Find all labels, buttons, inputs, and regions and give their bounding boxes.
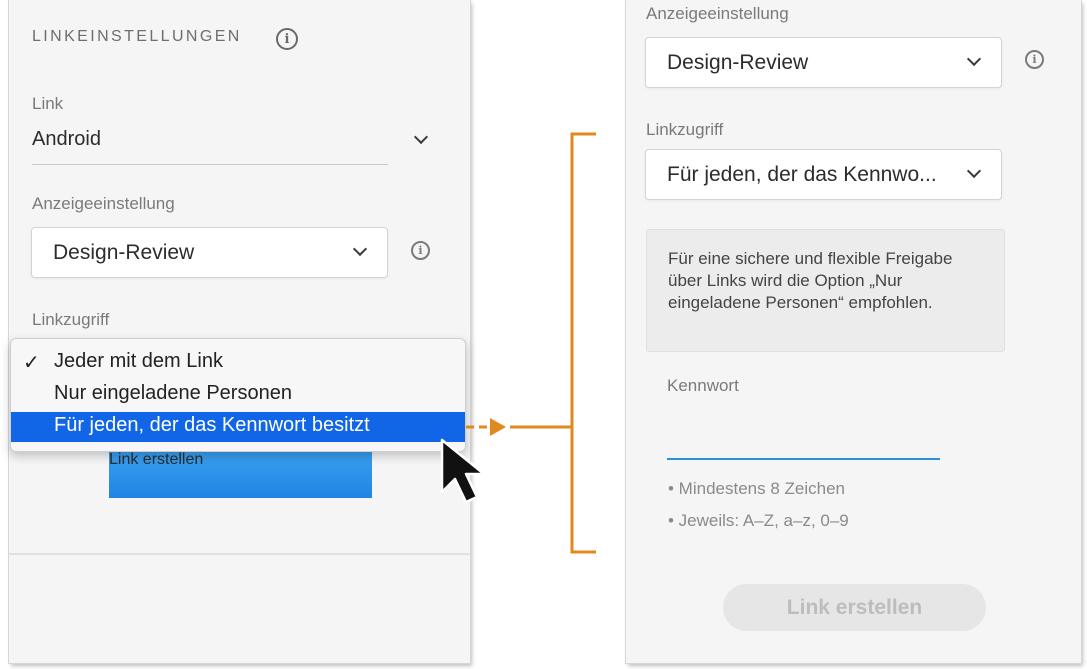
create-link-button-label: Link erstellen	[786, 595, 923, 619]
password-label: Kennwort	[667, 376, 739, 395]
access-value: Für jeden, der das Kennwo...	[667, 163, 937, 186]
view-setting-value: Design-Review	[667, 51, 809, 74]
create-link-button-disabled[interactable]: Link erstellen	[723, 584, 986, 631]
access-select[interactable]: Für jeden, der das Kennwo...	[645, 149, 1002, 200]
view-setting-select[interactable]: Design-Review	[645, 37, 1002, 88]
bracket	[570, 132, 596, 554]
chevron-down-icon	[966, 51, 982, 67]
hint-min-length: • Mindestens 8 Zeichen	[668, 479, 845, 498]
access-label: Linkzugriff	[646, 120, 724, 139]
mouse-cursor-icon	[440, 438, 486, 504]
view-setting-label: Anzeigeeinstellung	[646, 4, 789, 23]
info-icon[interactable]: i	[1025, 50, 1044, 69]
recommendation-info-box: Für eine sichere und flexible Freigabe ü…	[646, 229, 1005, 352]
password-input[interactable]	[667, 412, 940, 460]
link-settings-panel-right: Anzeigeeinstellung Design-Review i Linkz…	[626, 0, 1081, 663]
chevron-down-icon	[966, 163, 982, 179]
hint-character-types: • Jeweils: A–Z, a–z, 0–9	[668, 511, 849, 530]
arrow-right-icon	[490, 418, 506, 436]
